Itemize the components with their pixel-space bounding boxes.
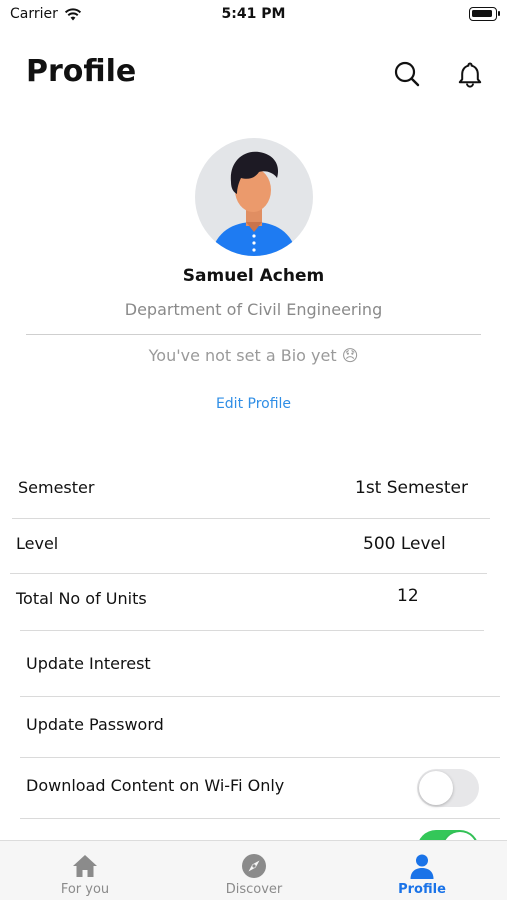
tab-label: Discover bbox=[225, 882, 283, 897]
page-title: Profile bbox=[26, 54, 137, 89]
divider bbox=[12, 518, 490, 519]
tab-bar: For you Discover Profile bbox=[0, 840, 507, 900]
download-wifi-label: Download Content on Wi-Fi Only bbox=[26, 776, 285, 795]
download-wifi-toggle[interactable] bbox=[417, 769, 479, 807]
divider bbox=[20, 757, 500, 758]
battery-icon bbox=[469, 7, 500, 21]
profile-department: Department of Civil Engineering bbox=[124, 300, 383, 319]
divider bbox=[10, 573, 487, 574]
units-value: 12 bbox=[397, 586, 419, 606]
toggle-knob bbox=[419, 771, 453, 805]
tab-label: Profile bbox=[398, 882, 446, 897]
edit-profile-link[interactable]: Edit Profile bbox=[0, 396, 507, 412]
update-interest-item[interactable]: Update Interest bbox=[26, 654, 151, 673]
level-value: 500 Level bbox=[363, 534, 446, 554]
person-icon bbox=[410, 854, 434, 879]
clock: 5:41 PM bbox=[221, 6, 286, 22]
profile-name: Samuel Achem bbox=[182, 266, 325, 286]
tab-profile[interactable]: Profile bbox=[362, 841, 482, 900]
semester-label: Semester bbox=[18, 478, 95, 497]
compass-icon bbox=[242, 854, 266, 878]
search-icon[interactable] bbox=[393, 60, 421, 88]
home-icon bbox=[73, 855, 97, 877]
status-bar: Carrier 5:41 PM bbox=[0, 0, 507, 28]
update-password-item[interactable]: Update Password bbox=[26, 715, 164, 734]
divider bbox=[26, 334, 481, 335]
tab-label: For you bbox=[60, 882, 110, 897]
divider bbox=[20, 696, 500, 697]
avatar bbox=[195, 138, 313, 256]
profile-bio: You've not set a Bio yet 😞 bbox=[148, 346, 359, 365]
units-label: Total No of Units bbox=[16, 589, 147, 608]
tab-for-you[interactable]: For you bbox=[25, 841, 145, 900]
divider bbox=[20, 818, 500, 819]
semester-value: 1st Semester bbox=[355, 478, 468, 498]
divider bbox=[20, 630, 484, 631]
level-label: Level bbox=[16, 534, 59, 553]
bell-icon[interactable] bbox=[456, 60, 484, 88]
avatar-illustration bbox=[211, 151, 297, 256]
tab-discover[interactable]: Discover bbox=[194, 841, 314, 900]
